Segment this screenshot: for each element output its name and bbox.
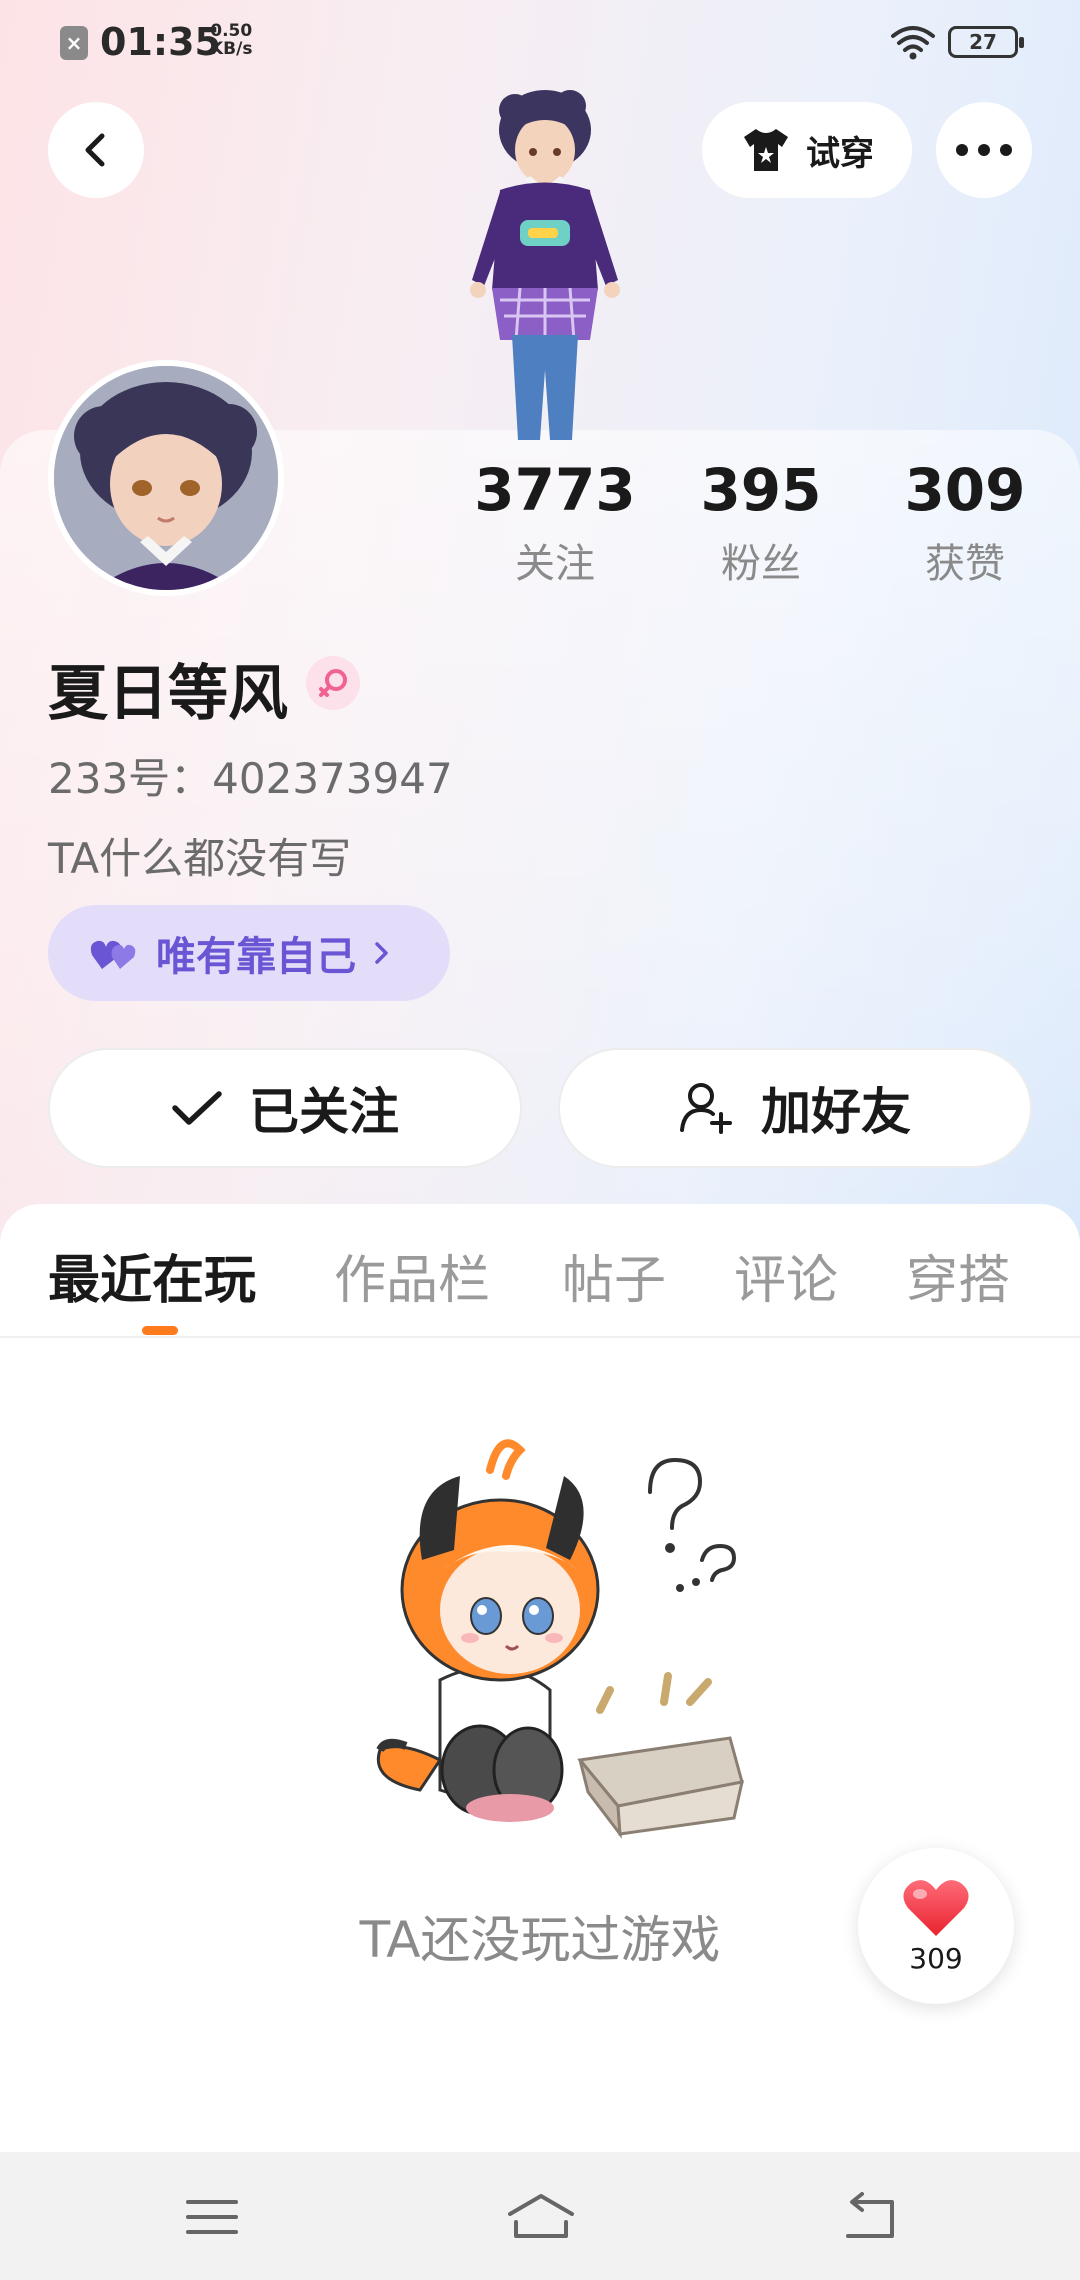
stat-followers-value: 395 bbox=[700, 456, 822, 524]
stat-likes-value: 309 bbox=[904, 456, 1026, 524]
like-count: 309 bbox=[909, 1941, 963, 1975]
chevron-left-icon bbox=[85, 133, 105, 167]
more-dots-icon bbox=[956, 144, 1012, 156]
status-bar: × 01:35 0.50 KB/s 27 bbox=[0, 0, 1080, 90]
battery-icon: 27 bbox=[948, 26, 1024, 58]
followed-button[interactable]: 已关注 bbox=[48, 1048, 522, 1168]
more-options-button[interactable] bbox=[936, 102, 1032, 198]
profile-tabs: 最近在玩 作品栏 帖子 评论 穿搭 bbox=[0, 1204, 1080, 1338]
stat-likes[interactable]: 309 获赞 bbox=[880, 455, 1050, 589]
tab-recently-played[interactable]: 最近在玩 bbox=[48, 1238, 256, 1313]
network-speed-unit: KB/s bbox=[210, 39, 253, 59]
add-friend-label: 加好友 bbox=[761, 1083, 911, 1141]
empty-state-illustration bbox=[350, 1420, 770, 1850]
signature-tag[interactable]: 唯有靠自己 bbox=[48, 905, 450, 1001]
user-id: 233号：402373947 bbox=[48, 754, 453, 803]
menu-icon[interactable] bbox=[182, 2192, 242, 2242]
stat-following[interactable]: 3773 关注 bbox=[470, 455, 640, 589]
battery-level: 27 bbox=[969, 30, 997, 54]
chevron-right-icon bbox=[375, 942, 388, 964]
tab-posts[interactable]: 帖子 bbox=[562, 1238, 666, 1313]
network-speed-value: 0.50 bbox=[210, 21, 253, 41]
user-bio: TA什么都没有写 bbox=[48, 834, 352, 883]
home-icon[interactable] bbox=[506, 2192, 576, 2242]
shirt-icon bbox=[744, 129, 788, 171]
tab-comments[interactable]: 评论 bbox=[734, 1238, 838, 1313]
checkmark-icon bbox=[172, 1091, 222, 1125]
tab-works[interactable]: 作品栏 bbox=[334, 1238, 490, 1313]
network-speed: 0.50 KB/s bbox=[210, 22, 252, 58]
add-user-icon bbox=[680, 1083, 732, 1134]
try-on-label: 试穿 bbox=[806, 133, 874, 174]
avatar-3d-figure bbox=[420, 80, 670, 440]
stat-following-value: 3773 bbox=[474, 456, 636, 524]
stat-followers-label: 粉丝 bbox=[721, 541, 801, 587]
active-tab-indicator bbox=[142, 1326, 178, 1335]
notification-icon: × bbox=[60, 26, 88, 60]
signature-tag-label: 唯有靠自己 bbox=[156, 934, 356, 980]
profile-avatar[interactable] bbox=[48, 360, 284, 596]
back-button[interactable] bbox=[48, 102, 144, 198]
back-nav-icon[interactable] bbox=[840, 2192, 900, 2242]
like-button[interactable]: 309 bbox=[858, 1848, 1014, 2004]
try-on-button[interactable]: 试穿 bbox=[702, 102, 912, 198]
stat-following-label: 关注 bbox=[515, 541, 595, 587]
stat-followers[interactable]: 395 粉丝 bbox=[676, 455, 846, 589]
female-gender-icon bbox=[306, 656, 360, 710]
tab-outfits[interactable]: 穿搭 bbox=[906, 1238, 1010, 1313]
system-navigation-bar bbox=[0, 2152, 1080, 2280]
double-heart-icon bbox=[90, 940, 136, 969]
followed-label: 已关注 bbox=[249, 1083, 399, 1141]
heart-icon bbox=[903, 1879, 969, 1936]
avatar-portrait bbox=[54, 366, 278, 590]
add-friend-button[interactable]: 加好友 bbox=[558, 1048, 1032, 1168]
status-time: 01:35 bbox=[100, 20, 221, 64]
wifi-icon bbox=[891, 26, 935, 60]
profile-name: 夏日等风 bbox=[48, 659, 288, 729]
stat-likes-label: 获赞 bbox=[925, 541, 1005, 587]
